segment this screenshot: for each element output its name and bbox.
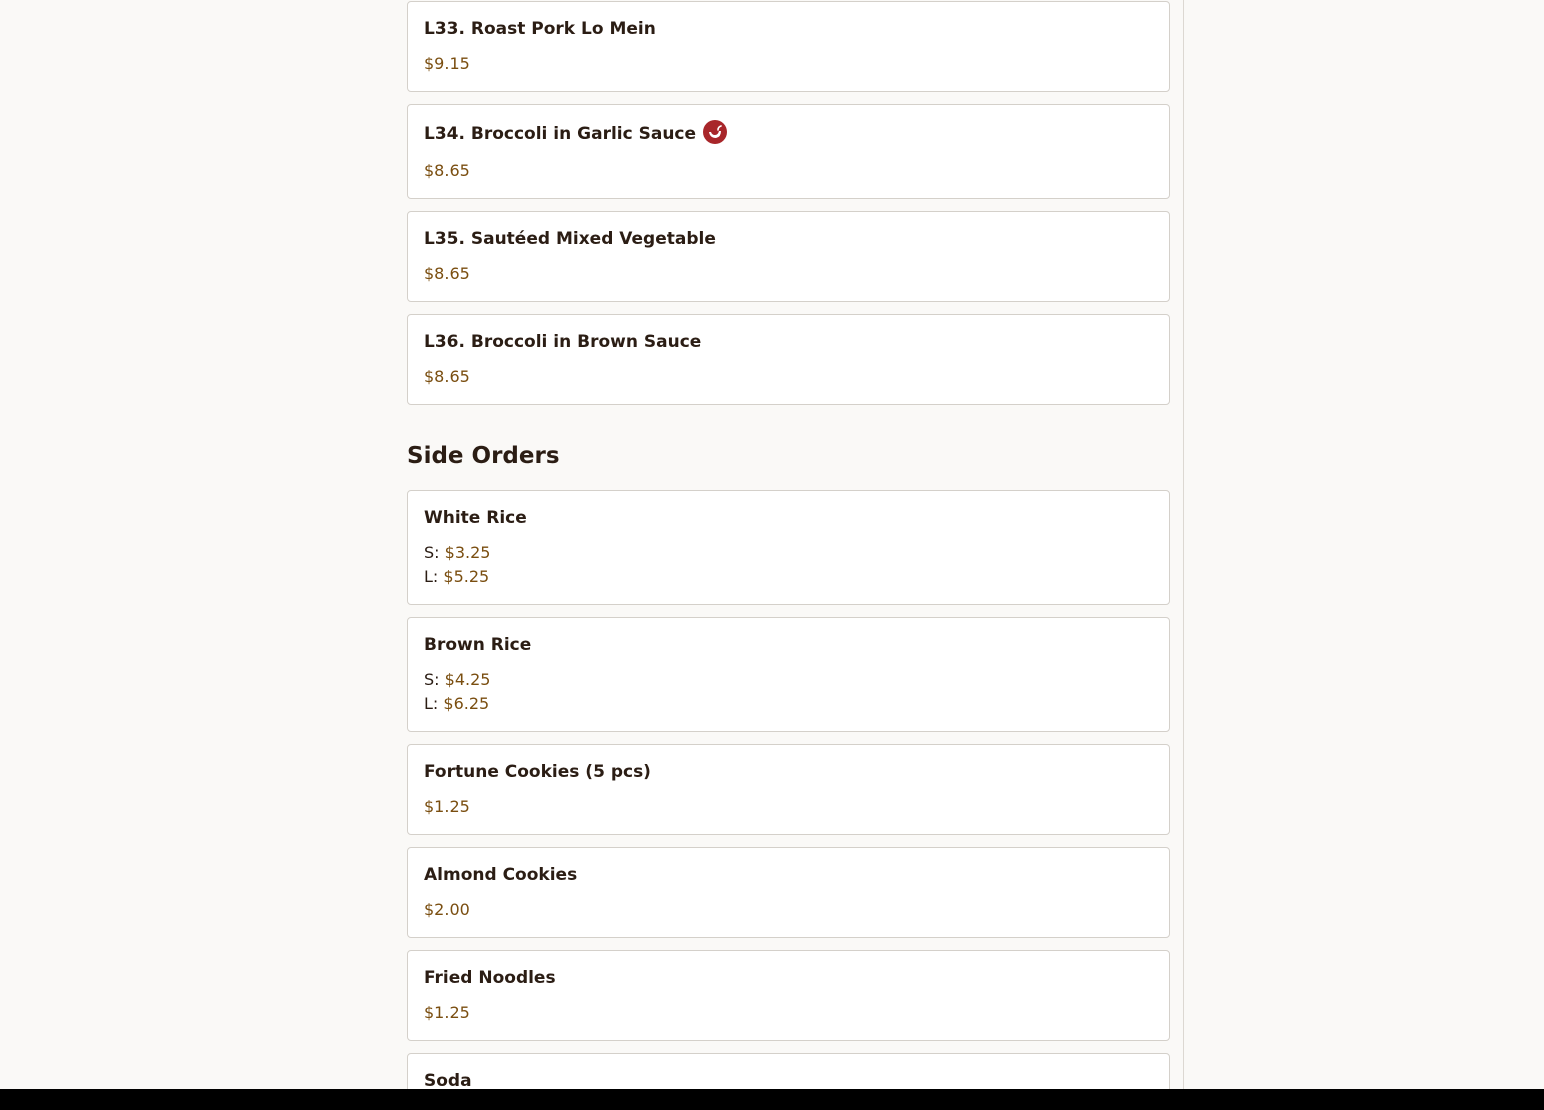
menu-item-card[interactable]: L33. Roast Pork Lo Mein $9.15 (407, 1, 1170, 92)
menu-item-card[interactable]: White Rice S: $3.25 L: $5.25 (407, 490, 1170, 605)
chili-pepper-icon (703, 120, 728, 144)
menu-item-name: L34. Broccoli in Garlic Sauce (424, 124, 697, 144)
size-label: L: (424, 567, 439, 586)
menu-page: L33. Roast Pork Lo Mein $9.15 L34. Brocc… (0, 0, 1544, 1110)
menu-item-size-large: L: $6.25 (424, 694, 489, 713)
menu-item-price: $9.15 (424, 54, 470, 73)
size-label: S: (424, 543, 440, 562)
menu-item-price: $1.25 (424, 797, 470, 816)
menu-item-price: $8.65 (424, 161, 470, 180)
menu-item-price-line: $8.65 (424, 367, 470, 386)
menu-item-name: L36. Broccoli in Brown Sauce (424, 332, 702, 352)
menu-item-name: White Rice (424, 508, 527, 528)
menu-item-price: $6.25 (443, 694, 490, 713)
menu-item-size-small: S: $3.25 (424, 543, 490, 562)
menu-item-price-line: $2.00 (424, 900, 470, 919)
menu-item-card[interactable]: L36. Broccoli in Brown Sauce $8.65 (407, 314, 1170, 405)
menu-item-card[interactable]: Almond Cookies $2.00 (407, 847, 1170, 938)
menu-item-price: $8.65 (424, 367, 470, 386)
menu-item-price-line: $1.25 (424, 797, 470, 816)
menu-item-name: Soda (424, 1071, 472, 1091)
menu-item-title-row: L34. Broccoli in Garlic Sauce (424, 120, 728, 146)
bottom-black-bar (0, 1089, 1544, 1110)
menu-item-price: $3.25 (444, 543, 491, 562)
menu-item-name: L33. Roast Pork Lo Mein (424, 19, 656, 39)
size-label: L: (424, 694, 439, 713)
menu-item-card[interactable]: Brown Rice S: $4.25 L: $6.25 (407, 617, 1170, 732)
size-label: S: (424, 670, 440, 689)
menu-item-price: $5.25 (443, 567, 490, 586)
menu-item-name: Fortune Cookies (5 pcs) (424, 762, 651, 782)
menu-item-name: Almond Cookies (424, 865, 578, 885)
menu-item-name: Brown Rice (424, 635, 532, 655)
menu-item-price-line: $9.15 (424, 54, 470, 73)
menu-item-card[interactable]: L34. Broccoli in Garlic Sauce $8.65 (407, 104, 1170, 199)
section-title-side-orders: Side Orders (407, 443, 560, 469)
menu-item-card[interactable]: L35. Sautéed Mixed Vegetable $8.65 (407, 211, 1170, 302)
menu-column: L33. Roast Pork Lo Mein $9.15 L34. Brocc… (395, 0, 1184, 1110)
menu-item-price: $4.25 (444, 670, 491, 689)
menu-item-name: L35. Sautéed Mixed Vegetable (424, 229, 716, 249)
menu-item-card[interactable]: Fried Noodles $1.25 (407, 950, 1170, 1041)
menu-item-price-line: $1.25 (424, 1003, 470, 1022)
menu-item-card[interactable]: Fortune Cookies (5 pcs) $1.25 (407, 744, 1170, 835)
menu-item-price-line: $8.65 (424, 264, 470, 283)
menu-item-name: Fried Noodles (424, 968, 556, 988)
menu-item-price-line: $8.65 (424, 161, 470, 180)
menu-item-size-large: L: $5.25 (424, 567, 489, 586)
menu-item-size-small: S: $4.25 (424, 670, 490, 689)
menu-item-price: $1.25 (424, 1003, 470, 1022)
menu-item-price: $8.65 (424, 264, 470, 283)
menu-item-price: $2.00 (424, 900, 470, 919)
